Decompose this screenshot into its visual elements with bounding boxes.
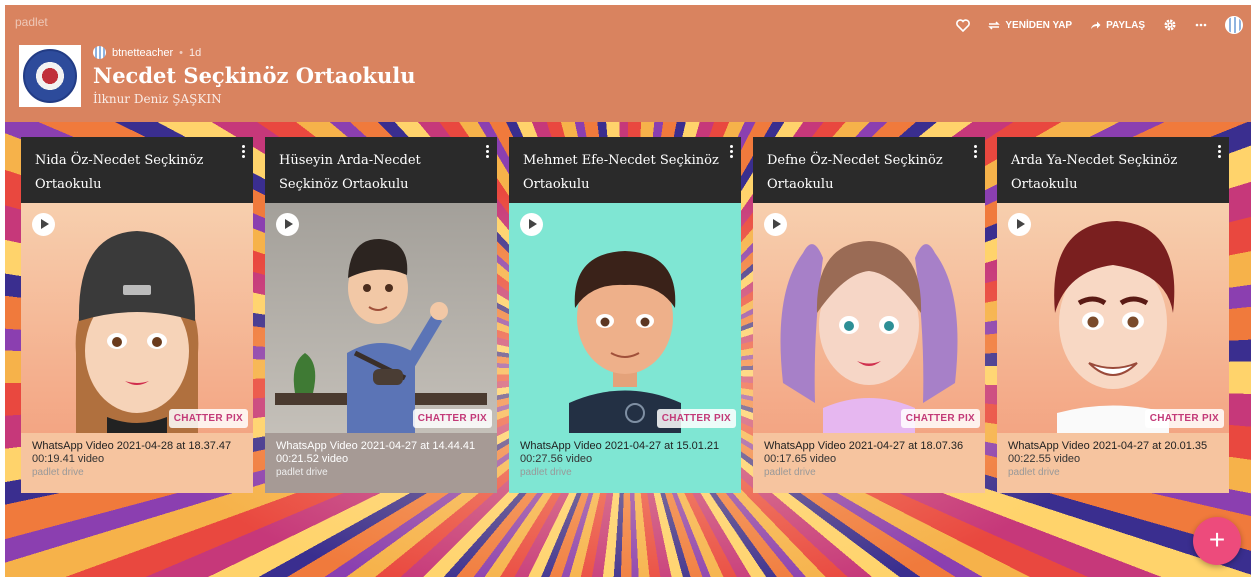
- attachment-source: padlet drive: [32, 467, 84, 478]
- settings-button[interactable]: [1163, 18, 1177, 32]
- avatar-illustration: [780, 241, 958, 433]
- avatar-illustration: [1054, 221, 1175, 433]
- post-card[interactable]: Arda Ya-Necdet Seçkinöz Ortaokulu CHATTE…: [997, 137, 1229, 493]
- post-attachment[interactable]: WhatsApp Video 2021-04-27 at 20.01.35 00…: [997, 433, 1229, 493]
- post-attachment[interactable]: WhatsApp Video 2021-04-28 at 18.37.47 00…: [21, 433, 253, 493]
- video-thumbnail[interactable]: CHATTER PIX: [997, 203, 1229, 433]
- share-label: PAYLAŞ: [1106, 19, 1145, 31]
- play-button[interactable]: [520, 213, 543, 236]
- post-menu-icon[interactable]: [484, 145, 490, 161]
- avatar-illustration: [75, 231, 199, 433]
- attachment-name: WhatsApp Video 2021-04-27 at 18.07.36: [764, 440, 964, 452]
- post-header: Nida Öz-Necdet Seçkinöz Ortaokulu: [21, 137, 253, 203]
- remake-icon: [988, 20, 1001, 30]
- share-button[interactable]: PAYLAŞ: [1090, 20, 1145, 31]
- attachment-length: 00:22.55 video: [1008, 453, 1081, 465]
- board-subtitle: İlknur Deniz ŞAŞKIN: [93, 92, 222, 106]
- remake-label: YENİDEN YAP: [1005, 19, 1073, 31]
- attachment-source: padlet drive: [764, 467, 816, 478]
- video-thumbnail[interactable]: CHATTER PIX: [265, 203, 497, 433]
- gear-icon: [1164, 19, 1176, 31]
- attachment-name: WhatsApp Video 2021-04-28 at 18.37.47: [32, 440, 232, 452]
- school-seal-icon: [23, 49, 77, 103]
- avatar-illustration: [265, 203, 497, 433]
- author-name[interactable]: btnetteacher: [112, 47, 173, 59]
- chatterpix-watermark: CHATTER PIX: [1144, 409, 1224, 428]
- attachment-length: 00:19.41 video: [32, 453, 105, 465]
- attachment-length: 00:27.56 video: [520, 453, 593, 465]
- attachment-name: WhatsApp Video 2021-04-27 at 14.44.41: [276, 440, 476, 452]
- video-thumbnail[interactable]: CHATTER PIX: [753, 203, 985, 433]
- post-header: Mehmet Efe-Necdet Seçkinöz Ortaokulu: [509, 137, 741, 203]
- heart-icon: [956, 18, 971, 32]
- board-meta: btnetteacher • 1d: [93, 46, 201, 59]
- author-avatar: [93, 46, 106, 59]
- video-thumbnail[interactable]: CHATTER PIX: [509, 203, 741, 433]
- post-title: Mehmet Efe-Necdet Seçkinöz Ortaokulu: [523, 153, 719, 192]
- post-header: Arda Ya-Necdet Seçkinöz Ortaokulu: [997, 137, 1229, 203]
- share-arrow-icon: [1091, 21, 1101, 29]
- attachment-name: WhatsApp Video 2021-04-27 at 20.01.35: [1008, 440, 1208, 452]
- post-card[interactable]: Mehmet Efe-Necdet Seçkinöz Ortaokulu CHA…: [509, 137, 741, 493]
- toolbar: YENİDEN YAP PAYLAŞ: [956, 16, 1243, 34]
- chatterpix-watermark: CHATTER PIX: [656, 409, 736, 428]
- post-card[interactable]: Defne Öz-Necdet Seçkinöz Ortaokulu CHATT…: [753, 137, 985, 493]
- play-button[interactable]: [32, 213, 55, 236]
- post-card[interactable]: Hüseyin Arda-Necdet Seçkinöz Ortaokulu C…: [265, 137, 497, 493]
- user-avatar[interactable]: [1225, 16, 1243, 34]
- attachment-name: WhatsApp Video 2021-04-27 at 15.01.21: [520, 440, 720, 452]
- post-menu-icon[interactable]: [1216, 145, 1222, 161]
- play-button[interactable]: [276, 213, 299, 236]
- chatterpix-watermark: CHATTER PIX: [168, 409, 248, 428]
- attachment-source: padlet drive: [520, 467, 572, 478]
- play-button[interactable]: [1008, 213, 1031, 236]
- app-name[interactable]: padlet: [15, 15, 48, 29]
- post-attachment[interactable]: WhatsApp Video 2021-04-27 at 15.01.21 00…: [509, 433, 741, 493]
- post-menu-icon[interactable]: [972, 145, 978, 161]
- remake-button[interactable]: YENİDEN YAP: [988, 20, 1072, 31]
- avatar-illustration: [569, 251, 681, 433]
- board-logo: [19, 45, 81, 107]
- favorite-button[interactable]: [956, 18, 971, 32]
- attachment-length: 00:17.65 video: [764, 453, 837, 465]
- post-title: Nida Öz-Necdet Seçkinöz Ortaokulu: [35, 153, 204, 192]
- post-menu-icon[interactable]: [240, 145, 246, 161]
- play-button[interactable]: [764, 213, 787, 236]
- attachment-length: 00:21.52 video: [276, 453, 349, 465]
- attachment-source: padlet drive: [276, 467, 328, 478]
- post-menu-icon[interactable]: [728, 145, 734, 161]
- meta-separator: •: [179, 46, 184, 59]
- post-header: Hüseyin Arda-Necdet Seçkinöz Ortaokulu: [265, 137, 497, 203]
- post-attachment[interactable]: WhatsApp Video 2021-04-27 at 18.07.36 00…: [753, 433, 985, 493]
- board-header: padlet YENİDEN YAP PAYLAŞ btnetteacher •…: [5, 5, 1251, 122]
- add-post-button[interactable]: +: [1193, 517, 1241, 565]
- post-title: Arda Ya-Necdet Seçkinöz Ortaokulu: [1011, 153, 1178, 192]
- post-title: Defne Öz-Necdet Seçkinöz Ortaokulu: [767, 153, 943, 192]
- post-attachment[interactable]: WhatsApp Video 2021-04-27 at 14.44.41 00…: [265, 433, 497, 493]
- post-header: Defne Öz-Necdet Seçkinöz Ortaokulu: [753, 137, 985, 203]
- chatterpix-watermark: CHATTER PIX: [900, 409, 980, 428]
- board-title: Necdet Seçkinöz Ortaokulu: [93, 63, 416, 88]
- post-title: Hüseyin Arda-Necdet Seçkinöz Ortaokulu: [279, 153, 421, 192]
- chatterpix-watermark: CHATTER PIX: [412, 409, 492, 428]
- more-button[interactable]: [1195, 23, 1207, 27]
- padlet-window: padlet YENİDEN YAP PAYLAŞ btnetteacher •…: [5, 5, 1251, 577]
- video-thumbnail[interactable]: CHATTER PIX: [21, 203, 253, 433]
- ellipsis-icon: [1195, 23, 1207, 27]
- board-age: 1d: [189, 46, 202, 59]
- attachment-source: padlet drive: [1008, 467, 1060, 478]
- board-wall: Nida Öz-Necdet Seçkinöz Ortaokulu CHATTE…: [5, 122, 1251, 577]
- post-card[interactable]: Nida Öz-Necdet Seçkinöz Ortaokulu CHATTE…: [21, 137, 253, 493]
